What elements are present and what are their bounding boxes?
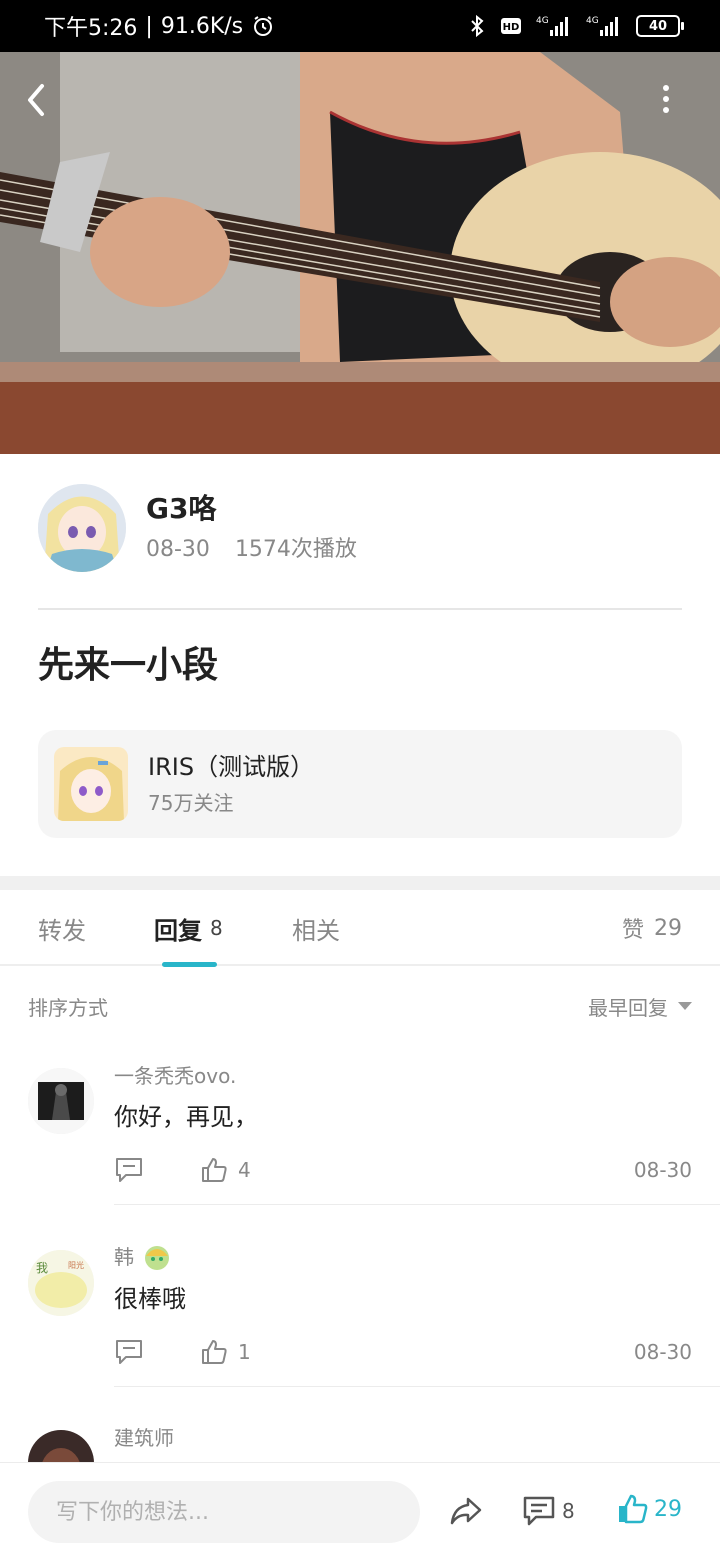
comment-avatar[interactable]: 我 阳光 — [28, 1250, 94, 1316]
svg-text:4G: 4G — [536, 16, 549, 26]
content-tabs: 转发 回复 8 相关 — [0, 890, 720, 966]
video-frame-image — [0, 52, 720, 454]
comment-input[interactable] — [28, 1481, 420, 1543]
community-followers: 75万关注 — [148, 791, 234, 815]
comment-divider — [114, 1386, 720, 1387]
bottom-action-bar: 8 29 — [0, 1462, 720, 1560]
like-button[interactable]: 29 — [616, 1489, 682, 1529]
comment-author[interactable]: 一条秃秃ovo. — [114, 1062, 236, 1090]
svg-text:4G: 4G — [586, 16, 599, 26]
video-player[interactable] — [0, 52, 720, 454]
svg-text:阳光: 阳光 — [68, 1260, 84, 1270]
user-badge-icon — [145, 1246, 169, 1270]
comments-count: 8 — [562, 1499, 575, 1523]
chevron-left-icon — [28, 84, 44, 116]
thumbs-up-icon — [202, 1340, 227, 1364]
comment-like-count: 1 — [238, 1340, 251, 1364]
community-avatar — [54, 747, 128, 821]
thumbs-up-icon — [202, 1158, 227, 1182]
author-avatar[interactable] — [38, 484, 126, 572]
post-meta: 08-30 1574次播放 — [146, 534, 357, 566]
like-count: 29 — [654, 1496, 682, 1522]
more-vertical-icon — [663, 85, 669, 113]
sort-label: 排序方式 — [28, 995, 108, 1020]
share-icon — [450, 1497, 482, 1525]
hd-icon: HD — [500, 17, 522, 35]
community-name: IRIS（测试版） — [148, 753, 315, 781]
network-speed: 91.6K/s — [160, 13, 244, 39]
tab-reply-count: 8 — [210, 916, 223, 940]
share-button[interactable] — [448, 1493, 484, 1529]
tab-likes[interactable]: 赞 29 — [622, 890, 682, 966]
alarm-icon — [251, 14, 275, 38]
reply-button[interactable] — [114, 1336, 146, 1368]
bluetooth-icon — [468, 14, 486, 38]
divider — [38, 608, 682, 610]
tab-likes-count: 29 — [654, 915, 682, 941]
tab-likes-label: 赞 — [621, 918, 644, 943]
comment-like-count: 4 — [238, 1158, 251, 1182]
status-bar: 下午5:26 | 91.6K/s HD 4G 4G 40 — [0, 0, 720, 52]
comment-like-button[interactable]: 1 — [200, 1338, 251, 1366]
tab-related-label: 相关 — [292, 916, 340, 945]
community-card[interactable]: IRIS（测试版） 75万关注 — [38, 730, 682, 838]
comment-actions: 4 08-30 — [114, 1150, 692, 1190]
thumbs-up-filled-icon — [619, 1494, 648, 1524]
comment-text: 很棒哦 — [114, 1285, 186, 1313]
caret-down-icon — [678, 1002, 692, 1010]
comments-button[interactable]: 8 — [522, 1491, 575, 1531]
tab-reply[interactable]: 回复 8 — [154, 890, 223, 966]
signal-4g-icon: 4G — [536, 14, 572, 38]
play-count: 1574次播放 — [234, 537, 357, 562]
comment-date: 08-30 — [633, 1340, 692, 1364]
back-button[interactable] — [24, 82, 64, 122]
comment-actions: 1 08-30 — [114, 1332, 692, 1372]
status-separator: | — [145, 13, 153, 39]
comment-divider — [114, 1204, 720, 1205]
comment-text: 你好，再见， — [114, 1103, 258, 1131]
svg-text:HD: HD — [503, 22, 520, 33]
comment-author-row[interactable]: 韩 — [114, 1242, 172, 1272]
comment-author: 韩 — [114, 1245, 134, 1269]
section-divider — [0, 876, 720, 890]
status-time: 下午5:26 — [44, 16, 138, 41]
comment-avatar[interactable] — [28, 1068, 94, 1134]
comment-icon — [116, 1340, 142, 1364]
tab-related[interactable]: 相关 — [292, 890, 340, 966]
more-options-button[interactable] — [662, 84, 692, 124]
comment-date: 08-30 — [633, 1158, 692, 1182]
battery-icon: 40 — [636, 15, 684, 37]
post-detail-screen: 下午5:26 | 91.6K/s HD 4G 4G 40 G3咯 08-30 1… — [0, 0, 720, 1560]
signal-4g-icon-2: 4G — [586, 14, 622, 38]
sort-dropdown[interactable]: 最早回复 — [588, 992, 692, 1021]
comment-author[interactable]: 建筑师 — [114, 1424, 174, 1452]
author-name[interactable]: G3咯 — [146, 490, 357, 528]
post-date: 08-30 — [146, 537, 210, 562]
sort-selected: 最早回复 — [588, 995, 668, 1020]
post-title: 先来一小段 — [38, 645, 219, 686]
tab-forward-label: 转发 — [38, 916, 86, 945]
comment-icon — [116, 1158, 142, 1182]
author-row[interactable]: G3咯 08-30 1574次播放 — [38, 484, 682, 572]
sort-row: 排序方式 最早回复 — [28, 986, 692, 1026]
svg-text:我: 我 — [36, 1261, 48, 1275]
comment-icon — [523, 1496, 555, 1526]
reply-button[interactable] — [114, 1154, 146, 1186]
tab-forward[interactable]: 转发 — [38, 890, 86, 966]
tab-reply-label: 回复 — [154, 916, 202, 945]
active-tab-indicator — [162, 962, 217, 967]
comment-like-button[interactable]: 4 — [200, 1156, 251, 1184]
